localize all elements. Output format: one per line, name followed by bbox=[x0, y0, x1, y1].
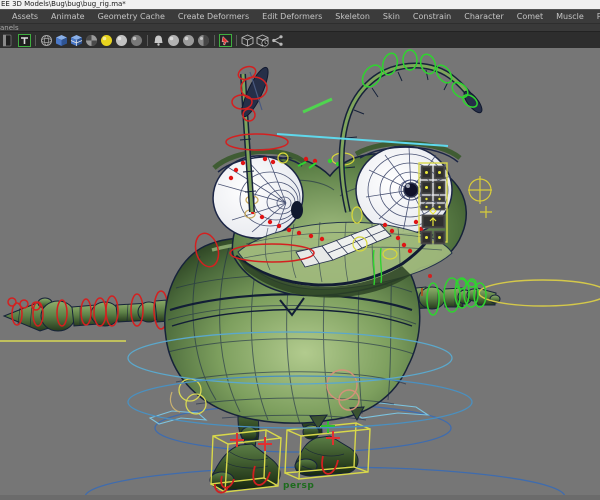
single-pane-layout-icon[interactable] bbox=[18, 33, 31, 47]
viewport[interactable]: persp bbox=[0, 48, 600, 500]
menu-item-assets[interactable]: Assets bbox=[12, 12, 38, 21]
toolbar-separator bbox=[236, 34, 237, 46]
default-lighting-icon[interactable] bbox=[115, 34, 128, 47]
use-all-lights-icon[interactable] bbox=[100, 34, 113, 47]
menu-item-create-deformers[interactable]: Create Deformers bbox=[178, 12, 249, 21]
shadows-icon[interactable] bbox=[152, 34, 165, 47]
viewport-bottom-edge bbox=[0, 495, 600, 500]
toolbar-separator bbox=[35, 34, 36, 46]
plugin-objects-icon[interactable] bbox=[271, 34, 284, 47]
menu-item-constrain[interactable]: Constrain bbox=[413, 12, 451, 21]
motion-blur-icon[interactable] bbox=[182, 34, 195, 47]
menu-item-character[interactable]: Character bbox=[464, 12, 504, 21]
wireframe-mode-icon[interactable] bbox=[40, 34, 53, 47]
textured-mode-icon[interactable] bbox=[85, 34, 98, 47]
eye-aim-line[interactable] bbox=[276, 133, 449, 147]
panel-edge-icon[interactable] bbox=[3, 34, 16, 47]
xray-joints-icon[interactable] bbox=[256, 34, 269, 47]
multisample-icon[interactable] bbox=[197, 34, 210, 47]
smooth-shade-icon[interactable] bbox=[55, 34, 68, 47]
panel-menu-row: anels bbox=[0, 23, 600, 32]
main-menu-bar: Assets Animate Geometry Cache Create Deform… bbox=[0, 9, 600, 23]
screen-space-ao-icon[interactable] bbox=[167, 34, 180, 47]
right-hand-control-circle[interactable] bbox=[478, 279, 600, 307]
maya-window: EE 3D Models\Bug\bug\bug_rig.ma* Assets A… bbox=[0, 0, 600, 500]
camera-label: persp bbox=[283, 481, 315, 491]
isolate-select-icon[interactable] bbox=[219, 33, 232, 47]
menu-item-skin[interactable]: Skin bbox=[383, 12, 400, 21]
toolbar-separator bbox=[147, 34, 148, 46]
viewport-canvas[interactable] bbox=[0, 48, 600, 500]
xray-icon[interactable] bbox=[241, 34, 254, 47]
menu-item-geometry-cache[interactable]: Geometry Cache bbox=[98, 12, 165, 21]
menu-item-muscle[interactable]: Muscle bbox=[556, 12, 584, 21]
toolbar-separator bbox=[214, 34, 215, 46]
wireframe-on-shaded-icon[interactable] bbox=[70, 34, 83, 47]
menu-item-edit-deformers[interactable]: Edit Deformers bbox=[262, 12, 322, 21]
menu-item-animate[interactable]: Animate bbox=[51, 12, 85, 21]
window-title: EE 3D Models\Bug\bug\bug_rig.ma* bbox=[1, 0, 126, 8]
menu-item-skeleton[interactable]: Skeleton bbox=[335, 12, 370, 21]
no-lighting-icon[interactable] bbox=[130, 34, 143, 47]
viewport-toolbar bbox=[0, 31, 600, 48]
window-titlebar: EE 3D Models\Bug\bug\bug_rig.ma* bbox=[0, 0, 600, 9]
menu-item-comet[interactable]: Comet bbox=[517, 12, 543, 21]
panels-menu[interactable]: anels bbox=[0, 24, 19, 32]
